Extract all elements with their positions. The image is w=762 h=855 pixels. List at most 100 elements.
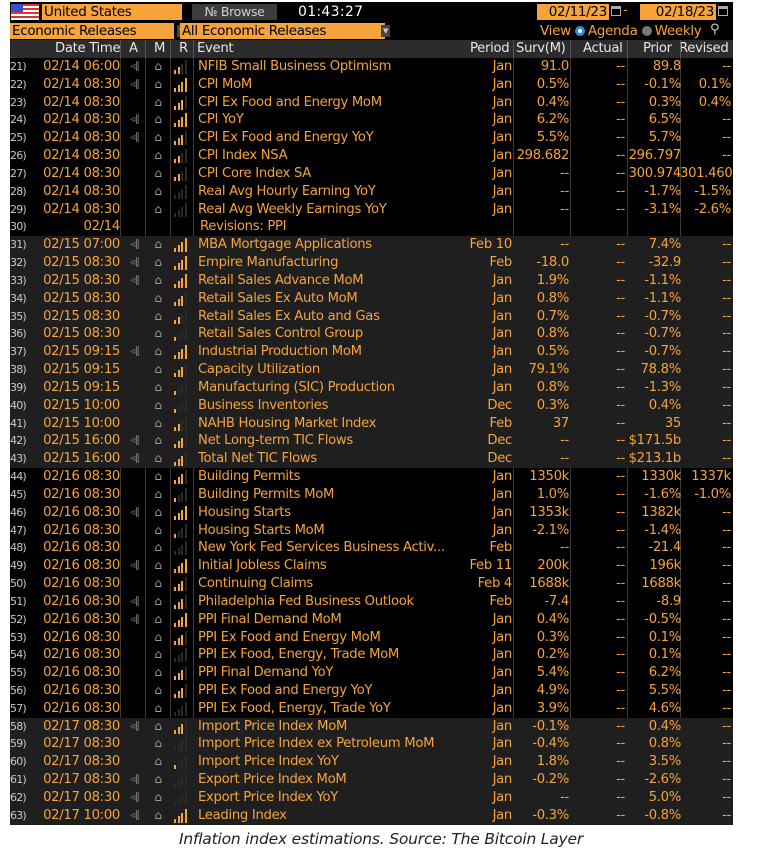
row-number[interactable]: 57) [10,700,34,718]
bell-icon[interactable]: ⌂ [151,361,165,379]
speaker-icon[interactable]: ◃∥ [128,593,142,611]
row-number[interactable]: 35) [10,308,34,326]
event-name[interactable]: Capacity Utilization [198,361,460,379]
table-row[interactable]: 25) 02/14 08:30 ◃∥ ⌂ CPI Ex Food and Energy … [10,129,733,147]
table-row[interactable]: 34) 02/15 08:30 ⌂ Retail Sales Ex Auto MoM J… [10,289,733,308]
event-name[interactable]: CPI YoY [198,111,460,129]
col-alert[interactable]: A [129,40,138,58]
col-actual[interactable]: Actual [583,40,623,58]
row-number[interactable]: 29) [10,201,34,219]
event-name[interactable]: CPI MoM [198,76,460,94]
event-name[interactable]: PPI Final Demand MoM [198,611,460,629]
table-row[interactable]: 44) 02/16 08:30 ⌂ Building Permits Jan 1350k -… [10,468,733,486]
bell-icon[interactable]: ⌂ [151,129,165,147]
speaker-icon[interactable]: ◃∥ [128,76,142,94]
table-row[interactable]: 29) 02/14 08:30 ⌂ Real Avg Weekly Earnings … [10,201,733,219]
bell-icon[interactable]: ⌂ [151,111,165,129]
event-name[interactable]: Retail Sales Advance MoM [198,272,460,290]
row-number[interactable]: 55) [10,664,34,682]
table-row[interactable]: 38) 02/15 09:15 ⌂ Capacity Utilization Jan 79… [10,361,733,379]
bell-icon[interactable]: ⌂ [151,646,165,664]
event-name[interactable]: Housing Starts MoM [198,522,460,540]
col-revised[interactable]: Revised [679,40,729,58]
event-name[interactable]: PPI Ex Food and Energy YoY [198,682,460,700]
event-name[interactable]: MBA Mortgage Applications [198,236,460,254]
bell-icon[interactable]: ⌂ [151,593,165,611]
bell-icon[interactable]: ⌂ [151,165,165,183]
event-name[interactable]: Revisions: PPI [200,218,462,236]
speaker-icon[interactable]: ◃∥ [128,611,142,629]
table-row[interactable]: 26) 02/14 08:30 ⌂ CPI Index NSA Jan 298.682 --… [10,147,733,165]
bell-icon[interactable]: ⌂ [151,735,165,753]
bell-icon[interactable]: ⌂ [151,432,165,450]
row-number[interactable]: 26) [10,147,34,165]
speaker-icon[interactable]: ◃∥ [128,111,142,129]
event-name[interactable]: Initial Jobless Claims [198,557,460,575]
table-row[interactable]: 21) 02/14 06:00 ◃∥ ⌂ NFIB Small Business Opt… [10,58,733,76]
browse-button[interactable]: № Browse [192,4,277,20]
row-number[interactable]: 45) [10,486,34,504]
bell-icon[interactable]: ⌂ [151,682,165,700]
bell-icon[interactable]: ⌂ [151,308,165,326]
bell-icon[interactable]: ⌂ [151,415,165,433]
row-number[interactable]: 25) [10,129,34,147]
event-name[interactable]: Import Price Index ex Petroleum MoM [198,735,460,753]
bell-icon[interactable]: ⌂ [151,700,165,718]
bell-icon[interactable]: ⌂ [151,557,165,575]
bell-icon[interactable]: ⌂ [151,343,165,361]
calendar-icon[interactable] [611,6,621,16]
table-row[interactable]: 62) 02/17 08:30 ◃∥ ⌂ Export Price Index YoY J… [10,788,733,807]
bell-icon[interactable]: ⌂ [151,664,165,682]
table-row[interactable]: 49) 02/16 08:30 ◃∥ ⌂ Initial Jobless Claims F… [10,557,733,575]
row-number[interactable]: 52) [10,611,34,629]
event-name[interactable]: CPI Core Index SA [198,165,460,183]
col-period[interactable]: Period [470,40,510,58]
table-row[interactable]: 40) 02/15 10:00 ⌂ Business Inventories Dec 0.… [10,396,733,415]
country-field[interactable]: United States [42,4,182,20]
event-name[interactable]: Real Avg Hourly Earning YoY [198,183,460,201]
row-number[interactable]: 49) [10,557,34,575]
row-number[interactable]: 27) [10,165,34,183]
event-name[interactable]: Retail Sales Ex Auto and Gas [198,308,460,326]
col-relevance[interactable]: R [179,40,188,58]
bell-icon[interactable]: ⌂ [151,753,165,771]
bell-icon[interactable]: ⌂ [151,575,165,593]
speaker-icon[interactable]: ◃∥ [128,789,142,807]
row-number[interactable]: 54) [10,646,34,664]
radio-weekly[interactable] [641,26,652,36]
row-number[interactable]: 50) [10,575,34,593]
table-row[interactable]: 42) 02/15 16:00 ◃∥ ⌂ Net Long-term TIC Flows… [10,432,733,451]
row-number[interactable]: 33) [10,272,34,290]
bell-icon[interactable]: ⌂ [151,629,165,647]
table-row[interactable]: 48) 02/16 08:30 ⌂ New York Fed Services Bus… [10,539,733,557]
event-name[interactable]: Philadelphia Fed Business Outlook [198,593,460,611]
col-datetime[interactable]: Date Time [55,40,121,58]
row-number[interactable]: 28) [10,183,34,201]
table-row[interactable]: 53) 02/16 08:30 ⌂ PPI Ex Food and Energy Mo… [10,629,733,647]
row-number[interactable]: 39) [10,379,34,397]
bell-icon[interactable]: ⌂ [151,325,165,343]
col-prior[interactable]: Prior [643,40,672,58]
bell-icon[interactable]: ⌂ [151,58,165,76]
event-name[interactable]: Total Net TIC Flows [198,450,460,468]
bell-icon[interactable]: ⌂ [151,94,165,112]
event-name[interactable]: Leading Index [198,807,460,825]
event-name[interactable]: Housing Starts [198,504,460,522]
table-row[interactable]: 27) 02/14 08:30 ⌂ CPI Core Index SA Jan -- -- 3… [10,165,733,183]
table-row[interactable]: 23) 02/14 08:30 ⌂ CPI Ex Food and Energy Mo… [10,94,733,112]
event-name[interactable]: CPI Ex Food and Energy MoM [198,94,460,112]
table-row[interactable]: 33) 02/15 08:30 ◃∥ ⌂ Retail Sales Advance Mo… [10,271,733,290]
event-name[interactable]: New York Fed Services Business Activ... [198,539,460,557]
speaker-icon[interactable]: ◃∥ [128,771,142,789]
bell-icon[interactable]: ⌂ [151,771,165,789]
table-row[interactable]: 24) 02/14 08:30 ◃∥ ⌂ CPI YoY Jan 6.2% -- 6.5% -- [10,111,733,129]
table-row[interactable]: 32) 02/15 08:30 ◃∥ ⌂ Empire Manufacturing Feb… [10,254,733,272]
row-number[interactable]: 58) [10,718,34,736]
row-number[interactable]: 24) [10,111,34,129]
speaker-icon[interactable]: ◃∥ [128,504,142,522]
row-number[interactable]: 53) [10,629,34,647]
row-number[interactable]: 44) [10,468,34,486]
row-number[interactable]: 34) [10,290,34,308]
row-number[interactable]: 36) [10,325,34,343]
calendar-icon[interactable] [718,6,728,16]
